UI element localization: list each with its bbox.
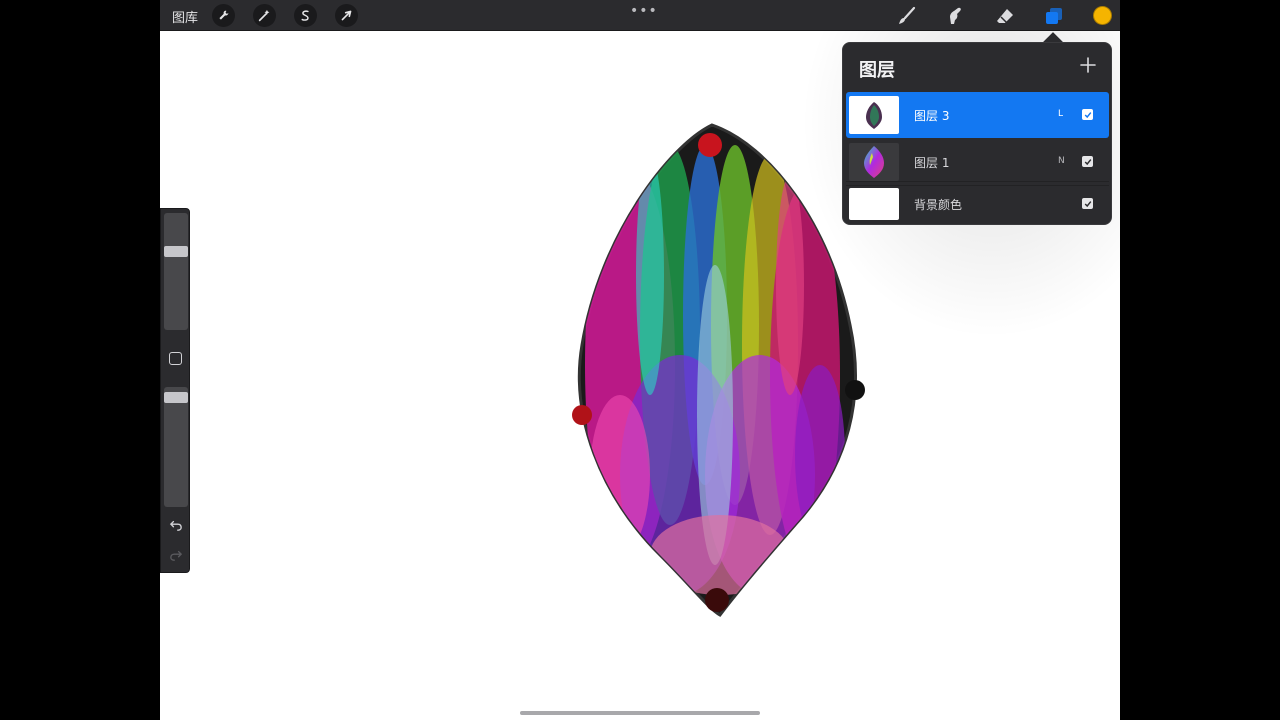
brush-size-slider-thumb[interactable]	[164, 246, 188, 257]
opacity-slider[interactable]	[164, 387, 188, 507]
brush-tool-button[interactable]	[896, 5, 918, 27]
adjustments-button[interactable]	[253, 4, 276, 27]
procreate-app: 图库 ••• 图层 图层 3 L 图层 1 N 背景颜色	[160, 0, 1120, 720]
layer-name: 背景颜色	[914, 198, 963, 212]
magic-wand-icon	[258, 9, 270, 22]
layer-row-layer-1[interactable]: 图层 1 N	[846, 139, 1109, 185]
layer-name: 图层 3	[914, 109, 950, 123]
layer-thumbnail	[849, 188, 899, 220]
undo-arrow-icon	[169, 520, 182, 531]
brush-icon	[899, 6, 916, 24]
layer-blend-mode-button[interactable]: L	[1058, 109, 1063, 119]
redo-arrow-icon	[170, 550, 183, 561]
opacity-slider-thumb[interactable]	[164, 392, 188, 403]
layer-blend-mode-button[interactable]: N	[1058, 156, 1065, 166]
transform-button[interactable]	[335, 4, 358, 27]
checkmark-icon	[1084, 200, 1091, 207]
top-toolbar: 图库 •••	[160, 0, 1120, 31]
layer-visibility-checkbox[interactable]	[1082, 156, 1093, 167]
layer-visibility-checkbox[interactable]	[1082, 109, 1093, 120]
layers-panel-title: 图层	[859, 60, 895, 81]
checkmark-icon	[1084, 111, 1091, 118]
layer-thumbnail	[849, 143, 899, 181]
arrow-cursor-icon	[341, 10, 352, 21]
layer-row-layer-3[interactable]: 图层 3 L	[846, 92, 1109, 138]
undo-button[interactable]	[168, 518, 184, 532]
brush-size-slider[interactable]	[164, 213, 188, 330]
checkmark-icon	[1084, 158, 1091, 165]
plus-icon[interactable]	[1079, 56, 1097, 74]
layer-name: 图层 1	[914, 156, 950, 170]
eraser-icon	[997, 9, 1013, 24]
selection-s-icon	[301, 10, 309, 21]
modify-button[interactable]	[169, 352, 182, 365]
canvas-artwork[interactable]	[560, 115, 880, 625]
wrench-icon	[219, 10, 229, 20]
more-options-button[interactable]: •••	[630, 3, 658, 19]
layer-visibility-checkbox[interactable]	[1082, 198, 1093, 209]
actions-button[interactable]	[212, 4, 235, 27]
redo-button[interactable]	[168, 548, 184, 562]
selection-button[interactable]	[294, 4, 317, 27]
layer-row-background-color[interactable]: 背景颜色	[846, 182, 1109, 224]
layer-thumbnail	[849, 96, 899, 134]
smudge-tool-button[interactable]	[944, 5, 966, 27]
home-indicator	[520, 711, 760, 715]
color-picker-button[interactable]	[1093, 6, 1112, 25]
layers-icon	[1046, 8, 1062, 24]
left-sidebar	[160, 208, 190, 573]
smudge-finger-icon	[950, 7, 961, 25]
layers-tool-button[interactable]	[1043, 5, 1065, 27]
eraser-tool-button[interactable]	[994, 5, 1016, 27]
gallery-button[interactable]: 图库	[172, 7, 198, 26]
layers-panel: 图层 图层 3 L 图层 1 N 背景颜色	[842, 42, 1112, 225]
